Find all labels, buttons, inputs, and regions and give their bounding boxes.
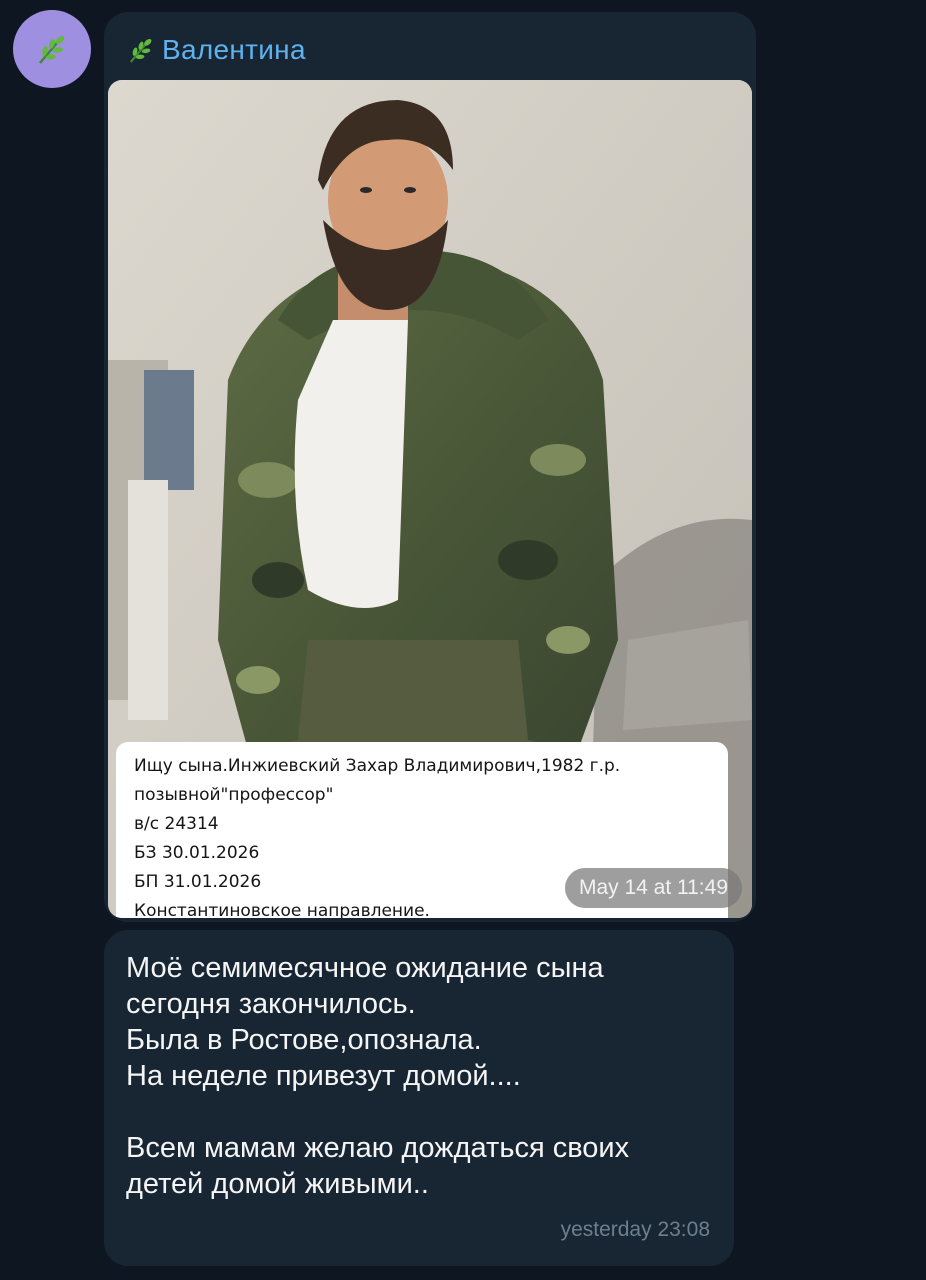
message-line: Всем мамам желаю дождаться своих — [126, 1132, 630, 1164]
message-line: На неделе привезут домой.... — [126, 1060, 521, 1092]
message-line: Была в Ростове,опознала. — [126, 1024, 482, 1056]
message-line — [126, 1094, 726, 1130]
photo-timestamp: May 14 at 11:49 — [564, 868, 742, 908]
leaf-icon — [39, 36, 65, 64]
text-message-bubble[interactable]: Моё семимесячное ожидание сына сегодня з… — [104, 930, 734, 1266]
sender-name-label: Валентина — [162, 34, 306, 65]
caption-line: Ищу сына.Инжиевский Захар Владимирович,1… — [134, 756, 621, 776]
message-line: Моё семимесячное ожидание сына — [126, 952, 604, 984]
sender-name[interactable]: Валентина — [124, 32, 306, 68]
caption-line: в/с 24314 — [134, 814, 219, 834]
message-line: сегодня закончилось. — [126, 988, 416, 1020]
message-photo[interactable]: Ищу сына.Инжиевский Захар Владимирович,1… — [108, 80, 752, 918]
herb-leaf-icon — [129, 38, 152, 63]
avatar[interactable] — [13, 10, 91, 88]
caption-line: БЗ 30.01.2026 — [134, 843, 260, 863]
caption-line: позывной"профессор" — [134, 785, 334, 805]
photo-message-bubble[interactable]: Валентина Ищу сына.Инжиевский Захар Влад… — [104, 12, 756, 922]
message-text: Моё семимесячное ожидание сына сегодня з… — [126, 950, 726, 1202]
message-timestamp: yesterday 23:08 — [560, 1218, 710, 1241]
message-line: детей домой живыми.. — [126, 1168, 429, 1200]
